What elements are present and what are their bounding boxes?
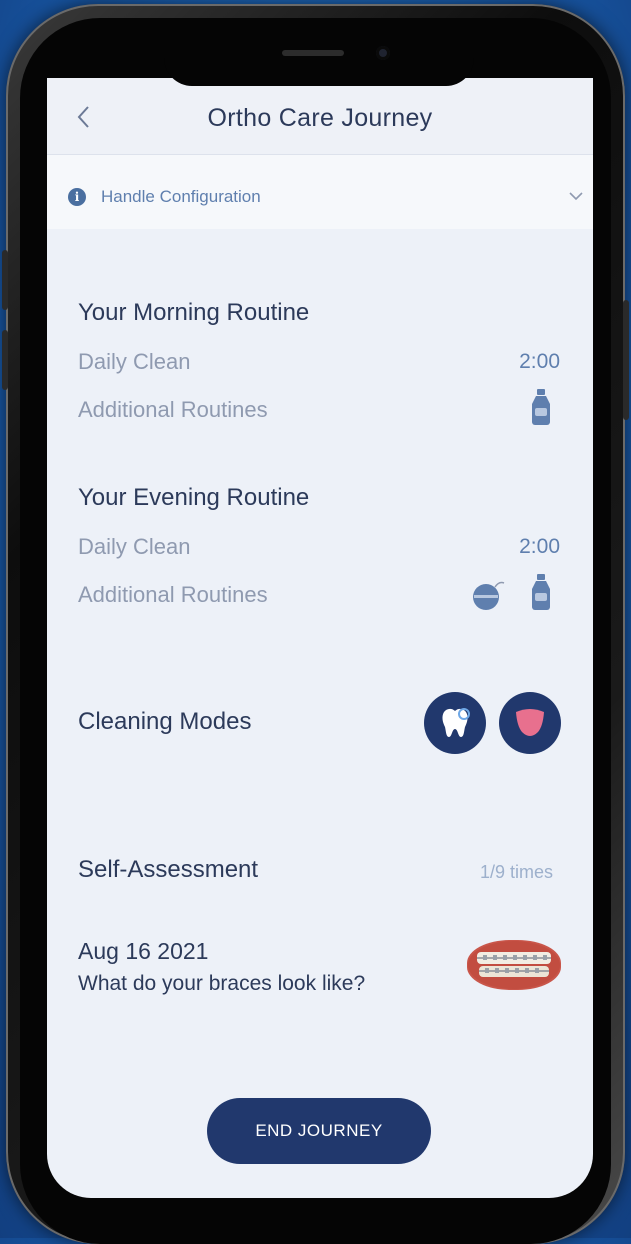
chevron-down-icon[interactable] [568,190,584,202]
self-assessment-title: Self-Assessment [78,856,259,883]
evening-daily-clean-label: Daily Clean [78,534,191,559]
app-header: Ortho Care Journey [47,78,593,155]
assessment-question[interactable]: What do your braces look like? [78,972,365,996]
speaker-grille [282,50,344,56]
info-icon: i [68,188,86,206]
braces-image [468,941,560,989]
morning-daily-clean-label: Daily Clean [78,349,191,374]
handle-configuration-label: Handle Configuration [101,187,261,206]
braces-photo-thumbnail[interactable] [467,940,561,990]
morning-additional-routines-label: Additional Routines [78,397,268,422]
phone-notch [164,34,474,86]
floss-icon[interactable] [471,578,505,612]
morning-daily-clean-time[interactable]: 2:00 [519,350,560,374]
evening-additional-routines-label: Additional Routines [78,582,268,607]
tooth-sparkle-icon [442,708,470,737]
gum-care-icon [516,709,544,736]
cleaning-modes-title: Cleaning Modes [78,708,252,735]
assessment-date: Aug 16 2021 [78,938,209,964]
mouthwash-bottle-icon[interactable] [528,388,554,426]
evening-routine-title: Your Evening Routine [78,484,310,511]
power-button [623,300,629,420]
evening-daily-clean-time[interactable]: 2:00 [519,535,560,559]
self-assessment-count: 1/9 times [479,862,553,882]
morning-routine-title: Your Morning Routine [78,299,310,326]
volume-button [2,250,8,310]
gum-care-mode-button[interactable] [499,692,561,754]
front-camera [376,46,390,60]
tooth-mode-button[interactable] [424,692,486,754]
app-screen: Ortho Care Journey i Handle Configuratio… [47,78,593,1198]
end-journey-button[interactable]: END JOURNEY [207,1098,431,1164]
volume-button [2,330,8,390]
mouthwash-bottle-icon[interactable] [528,573,554,611]
page-title: Ortho Care Journey [207,104,433,132]
